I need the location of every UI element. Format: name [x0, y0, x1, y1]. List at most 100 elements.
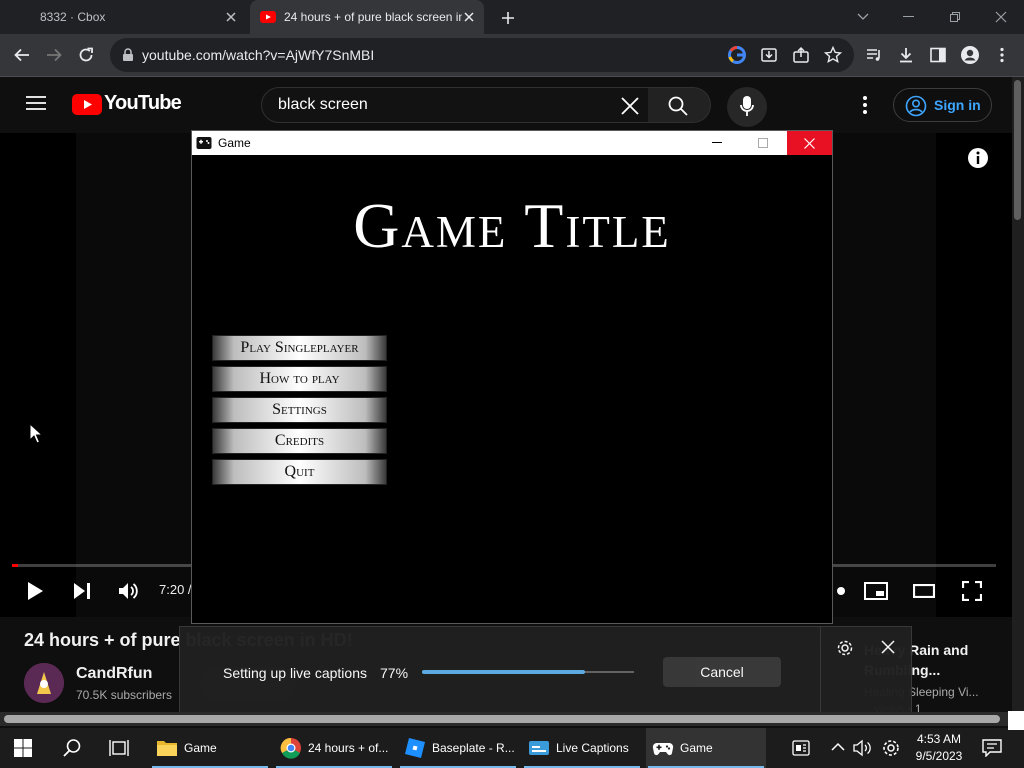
quit-button[interactable]: Quit — [212, 459, 387, 485]
youtube-logo-text[interactable]: YouTube — [104, 92, 182, 115]
gamepad-icon — [196, 136, 212, 150]
new-tab-icon[interactable] — [498, 8, 518, 28]
info-icon[interactable] — [967, 147, 989, 169]
search-icon — [668, 96, 688, 116]
game-window-titlebar[interactable]: Game — [192, 131, 832, 155]
youtube-header: YouTube black screen Sign in — [0, 77, 1012, 133]
media-queue-icon[interactable] — [862, 43, 886, 67]
browser-tab-strip: 8332 · Cbox 24 hours + of pure black scr… — [0, 0, 1024, 34]
restore-icon[interactable] — [932, 0, 978, 34]
video-time: 7:20 / — [159, 582, 192, 597]
hamburger-menu-icon[interactable] — [26, 95, 46, 111]
maximize-icon[interactable] — [758, 138, 768, 148]
game-window: Game Game Title Play Singleplayer How to… — [191, 130, 833, 624]
install-app-icon[interactable] — [760, 46, 778, 64]
channel-avatar[interactable] — [24, 663, 64, 703]
taskbar-app-game[interactable]: Game — [646, 728, 766, 768]
credits-button[interactable]: Credits — [212, 428, 387, 454]
close-tab-icon[interactable] — [224, 10, 238, 24]
search-icon[interactable] — [62, 738, 82, 758]
captions-divider — [820, 627, 821, 717]
chevron-up-icon[interactable] — [831, 742, 845, 752]
live-captions-window: Setting up live captions 77% Cancel — [179, 626, 912, 717]
tab-search-icon[interactable] — [840, 0, 886, 34]
more-options-icon[interactable] — [862, 95, 868, 115]
news-widget-icon[interactable] — [792, 740, 810, 756]
page-scrollbar-thumb[interactable] — [1014, 80, 1021, 220]
settings-button[interactable]: Settings — [212, 397, 387, 423]
clear-search-icon[interactable] — [620, 96, 640, 116]
play-singleplayer-button[interactable]: Play Singleplayer — [212, 335, 387, 361]
miniplayer-icon[interactable] — [861, 576, 891, 606]
taskbar-app-label: 24 hours + of... — [308, 741, 389, 755]
theater-mode-icon[interactable] — [909, 576, 939, 606]
game-close-button[interactable] — [787, 131, 832, 155]
cancel-button[interactable]: Cancel — [663, 657, 781, 687]
browser-toolbar: youtube.com/watch?v=AjWfY7SnMBI — [0, 34, 1024, 77]
tab-youtube[interactable]: 24 hours + of pure black screen in HD! — [250, 0, 484, 34]
close-window-icon[interactable] — [978, 0, 1024, 34]
search-input[interactable]: black screen — [261, 87, 649, 123]
sign-in-label: Sign in — [934, 97, 981, 113]
windows-start-icon[interactable] — [14, 739, 32, 757]
reload-icon[interactable] — [74, 43, 98, 67]
minimize-icon[interactable] — [886, 0, 932, 34]
close-tab-icon[interactable] — [462, 10, 476, 24]
task-view-icon[interactable] — [109, 738, 129, 758]
clock-date[interactable]: 9/5/2023 — [914, 749, 964, 763]
chrome-icon — [280, 737, 302, 759]
volume-icon[interactable] — [114, 576, 144, 606]
show-desktop-button[interactable] — [1008, 728, 1024, 730]
mouse-cursor-icon — [29, 423, 43, 445]
taskbar-app-chrome[interactable]: 24 hours + of... — [274, 728, 394, 768]
settings-gear-icon[interactable] — [881, 738, 901, 758]
search-query[interactable]: black screen — [278, 96, 368, 114]
share-icon[interactable] — [792, 46, 810, 64]
clock-time[interactable]: 4:53 AM — [916, 732, 962, 746]
how-to-play-button[interactable]: How to play — [212, 366, 387, 392]
sign-in-button[interactable]: Sign in — [893, 88, 992, 122]
back-arrow-icon[interactable] — [10, 43, 34, 67]
close-icon[interactable] — [881, 640, 895, 654]
youtube-logo-icon[interactable] — [72, 94, 102, 115]
folder-icon — [156, 737, 178, 759]
play-icon[interactable] — [20, 576, 50, 606]
windows-taskbar: Game 24 hours + of... Baseplate - R... L… — [0, 728, 1024, 768]
forward-arrow-icon[interactable] — [42, 43, 66, 67]
taskbar-app-label: Baseplate - R... — [432, 741, 515, 755]
tab-cbox[interactable]: 8332 · Cbox — [30, 0, 246, 34]
desktop-peek-corner — [1008, 711, 1024, 728]
bookmark-star-icon[interactable] — [824, 46, 842, 64]
microphone-icon — [740, 96, 754, 118]
taskbar-app-live-captions[interactable]: Live Captions — [522, 728, 642, 768]
taskbar-app-roblox-studio[interactable]: Baseplate - R... — [398, 728, 518, 768]
video-progress-played — [12, 564, 18, 567]
settings-gear-icon[interactable] — [836, 639, 854, 657]
voice-search-button[interactable] — [727, 87, 767, 127]
game-title-heading: Game Title — [353, 190, 671, 261]
side-panel-icon[interactable] — [926, 43, 950, 67]
captions-status-text: Setting up live captions — [223, 665, 367, 681]
horizontal-scrollbar-thumb[interactable] — [4, 715, 1000, 723]
captions-progress-fill — [422, 670, 586, 674]
notification-center-icon[interactable] — [982, 739, 1002, 757]
search-button[interactable] — [648, 87, 711, 123]
live-captions-icon — [528, 737, 550, 759]
captions-progress-percent: 77% — [380, 665, 409, 681]
address-bar[interactable]: youtube.com/watch?v=AjWfY7SnMBI — [110, 38, 854, 72]
volume-icon[interactable] — [853, 739, 873, 757]
next-video-icon[interactable] — [67, 576, 97, 606]
youtube-favicon-icon — [260, 11, 276, 23]
subscriber-count: 70.5K subscribers — [76, 688, 173, 702]
channel-name[interactable]: CandRfun — [76, 665, 152, 683]
downloads-icon[interactable] — [894, 43, 918, 67]
minimize-icon[interactable] — [712, 142, 722, 144]
url-text[interactable]: youtube.com/watch?v=AjWfY7SnMBI — [142, 47, 374, 63]
lock-icon[interactable] — [122, 48, 134, 62]
taskbar-app-explorer[interactable]: Game — [150, 728, 270, 768]
taskbar-app-label: Live Captions — [556, 741, 629, 755]
profile-icon[interactable] — [958, 43, 982, 67]
chrome-menu-icon[interactable] — [990, 43, 1014, 67]
google-icon[interactable] — [728, 46, 746, 64]
fullscreen-icon[interactable] — [957, 576, 987, 606]
